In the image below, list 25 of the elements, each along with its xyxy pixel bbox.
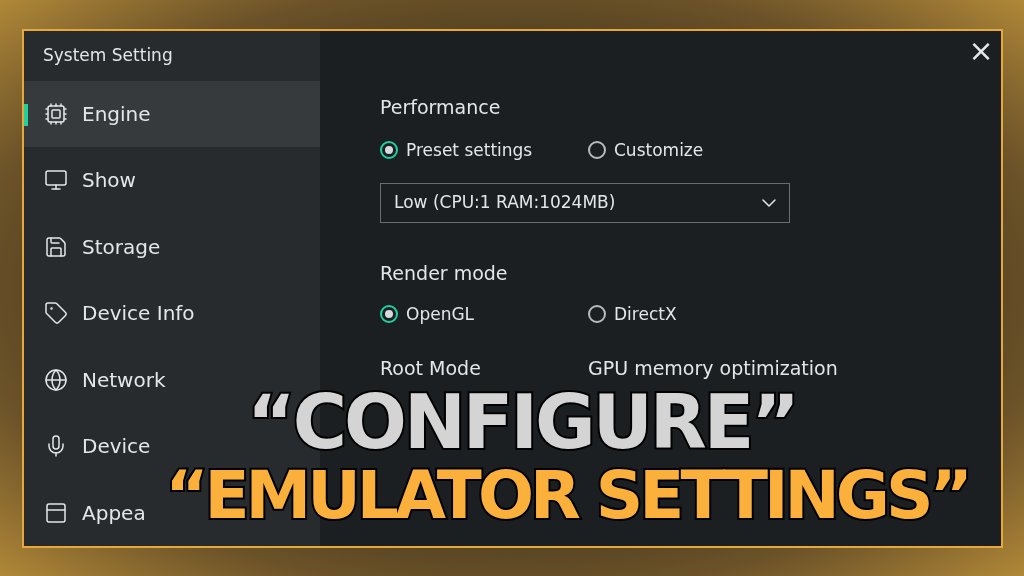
overlay-title: “CONFIGURE” [247,390,797,454]
close-button[interactable]: × [967,37,995,65]
sidebar-item[interactable]: Engine [24,80,320,148]
sidebar-item[interactable]: Network [24,346,174,414]
monitor-icon [44,168,68,193]
section-heading: GPU memory optimization [588,357,838,379]
sidebar-item[interactable]: Show [24,147,144,214]
window-title: System Setting [42,44,174,68]
section-heading: Root Mode [380,357,482,379]
section-heading: Performance [380,95,501,120]
dropdown[interactable]: Low (CPU:1 RAM:1024MB) [380,183,790,223]
sidebar-item[interactable]: Appea [24,479,154,546]
sidebar-item[interactable]: Device [24,413,159,480]
globe-icon [44,367,68,392]
sidebar-item[interactable]: Storage [24,213,169,281]
radio-option[interactable]: Preset settings [380,137,588,163]
radio-option[interactable]: Customize [588,137,796,163]
overlay-title: “EMULATOR SETTINGS” [165,464,969,528]
sidebar-item[interactable]: Device Info [24,280,203,347]
radio-option[interactable]: OpenGL [380,301,588,327]
section-heading: Render mode [380,261,508,286]
chip-icon [44,101,68,126]
radio-option[interactable]: DirectX [588,301,796,327]
tag-icon [44,301,68,326]
window-icon [44,500,68,525]
